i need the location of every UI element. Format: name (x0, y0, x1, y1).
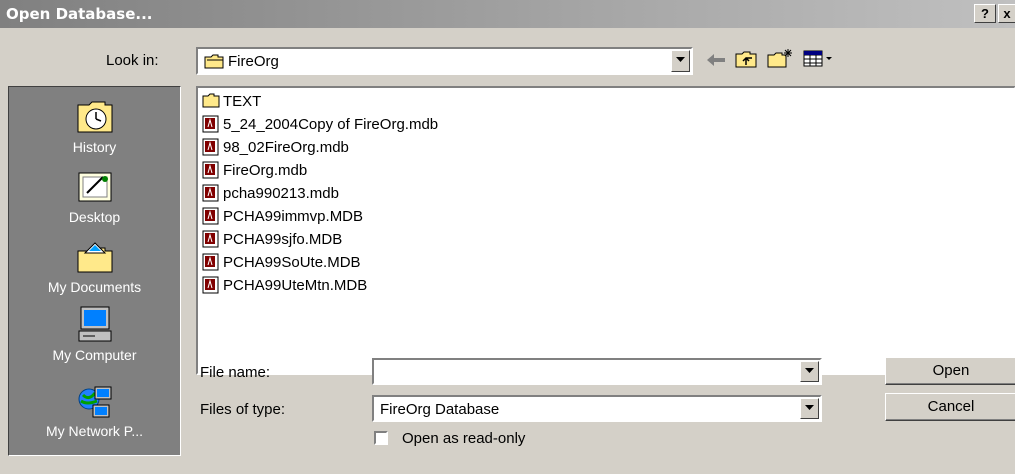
files-of-type-label: Files of type: (200, 401, 286, 418)
close-button[interactable]: x (998, 4, 1015, 23)
list-item[interactable]: PCHA99sjfo.MDB (202, 228, 342, 250)
my-documents-icon (77, 242, 112, 273)
list-item[interactable]: 98_02FireOrg.mdb (202, 136, 349, 158)
look-in-dropdown-button[interactable] (671, 50, 690, 72)
cancel-button[interactable]: Cancel (885, 393, 1015, 421)
files-of-type-value: FireOrg Database (380, 401, 500, 418)
file-name: pcha990213.mdb (223, 184, 339, 202)
access-database-icon (202, 161, 219, 179)
help-button[interactable]: ? (974, 4, 996, 23)
places-bar: History Desktop My Documents My Computer (8, 86, 181, 456)
list-item[interactable]: PCHA99SoUte.MDB (202, 251, 361, 273)
list-item[interactable]: pcha990213.mdb (202, 182, 339, 204)
access-database-icon (202, 207, 219, 225)
file-name-label: File name: (200, 364, 271, 381)
file-name-dropdown-button[interactable] (800, 361, 819, 382)
list-item[interactable]: PCHA99immvp.MDB (202, 205, 363, 227)
look-in-combo[interactable]: FireOrg (196, 47, 693, 75)
chevron-down-icon (805, 405, 814, 410)
my-computer-icon (78, 306, 111, 342)
chevron-down-icon (676, 57, 685, 62)
list-item[interactable]: PCHA99UteMtn.MDB (202, 274, 367, 296)
my-network-places-icon (78, 386, 111, 418)
list-item[interactable]: 5_24_2004Copy of FireOrg.mdb (202, 113, 438, 135)
place-desktop[interactable]: Desktop (9, 169, 180, 225)
access-database-icon (202, 253, 219, 271)
open-button[interactable]: Open (885, 357, 1015, 385)
file-name-combo[interactable] (372, 358, 822, 385)
file-name: PCHA99UteMtn.MDB (223, 276, 368, 294)
place-my-computer[interactable]: My Computer (9, 305, 180, 363)
place-label: History (72, 139, 117, 155)
access-database-icon (202, 276, 219, 294)
place-label: Desktop (68, 209, 121, 225)
files-of-type-dropdown-button[interactable] (800, 398, 819, 419)
view-menu-icon[interactable] (803, 50, 833, 67)
place-label: My Documents (47, 279, 142, 295)
file-name: FireOrg.mdb (223, 161, 308, 179)
access-database-icon (202, 115, 219, 133)
place-history[interactable]: History (9, 99, 180, 155)
file-list[interactable]: TEXT 5_24_2004Copy of FireOrg.mdb 98_02F… (196, 86, 1015, 375)
access-database-icon (202, 184, 219, 202)
access-database-icon (202, 138, 219, 156)
access-database-icon (202, 230, 219, 248)
new-folder-icon[interactable] (767, 48, 793, 68)
place-label: My Network P... (46, 423, 143, 439)
folder-icon (202, 93, 220, 108)
list-item[interactable]: FireOrg.mdb (202, 159, 307, 181)
file-name: PCHA99immvp.MDB (223, 207, 364, 225)
chevron-down-icon (805, 368, 814, 373)
up-folder-icon[interactable] (735, 50, 757, 68)
list-item[interactable]: TEXT (202, 90, 261, 112)
place-label: My Computer (52, 347, 137, 363)
file-name-input[interactable] (376, 362, 800, 383)
folder-icon (204, 54, 224, 69)
file-name: PCHA99sjfo.MDB (223, 230, 343, 248)
desktop-icon (78, 172, 111, 202)
place-my-network[interactable]: My Network P... (9, 383, 180, 439)
title-bar: Open Database... ? x (0, 0, 1015, 28)
look-in-value: FireOrg (228, 53, 279, 70)
read-only-label: Open as read-only (402, 430, 526, 447)
file-name: 5_24_2004Copy of FireOrg.mdb (223, 115, 439, 133)
file-name: PCHA99SoUte.MDB (223, 253, 361, 271)
read-only-checkbox[interactable] (374, 431, 388, 445)
file-name: 98_02FireOrg.mdb (223, 138, 349, 156)
files-of-type-combo[interactable]: FireOrg Database (372, 395, 822, 422)
window-title: Open Database... (6, 5, 153, 23)
place-my-documents[interactable]: My Documents (9, 239, 180, 295)
back-arrow-icon[interactable] (707, 54, 725, 66)
file-name: TEXT (223, 92, 262, 110)
history-icon (77, 101, 112, 133)
look-in-label: Look in: (106, 52, 159, 69)
